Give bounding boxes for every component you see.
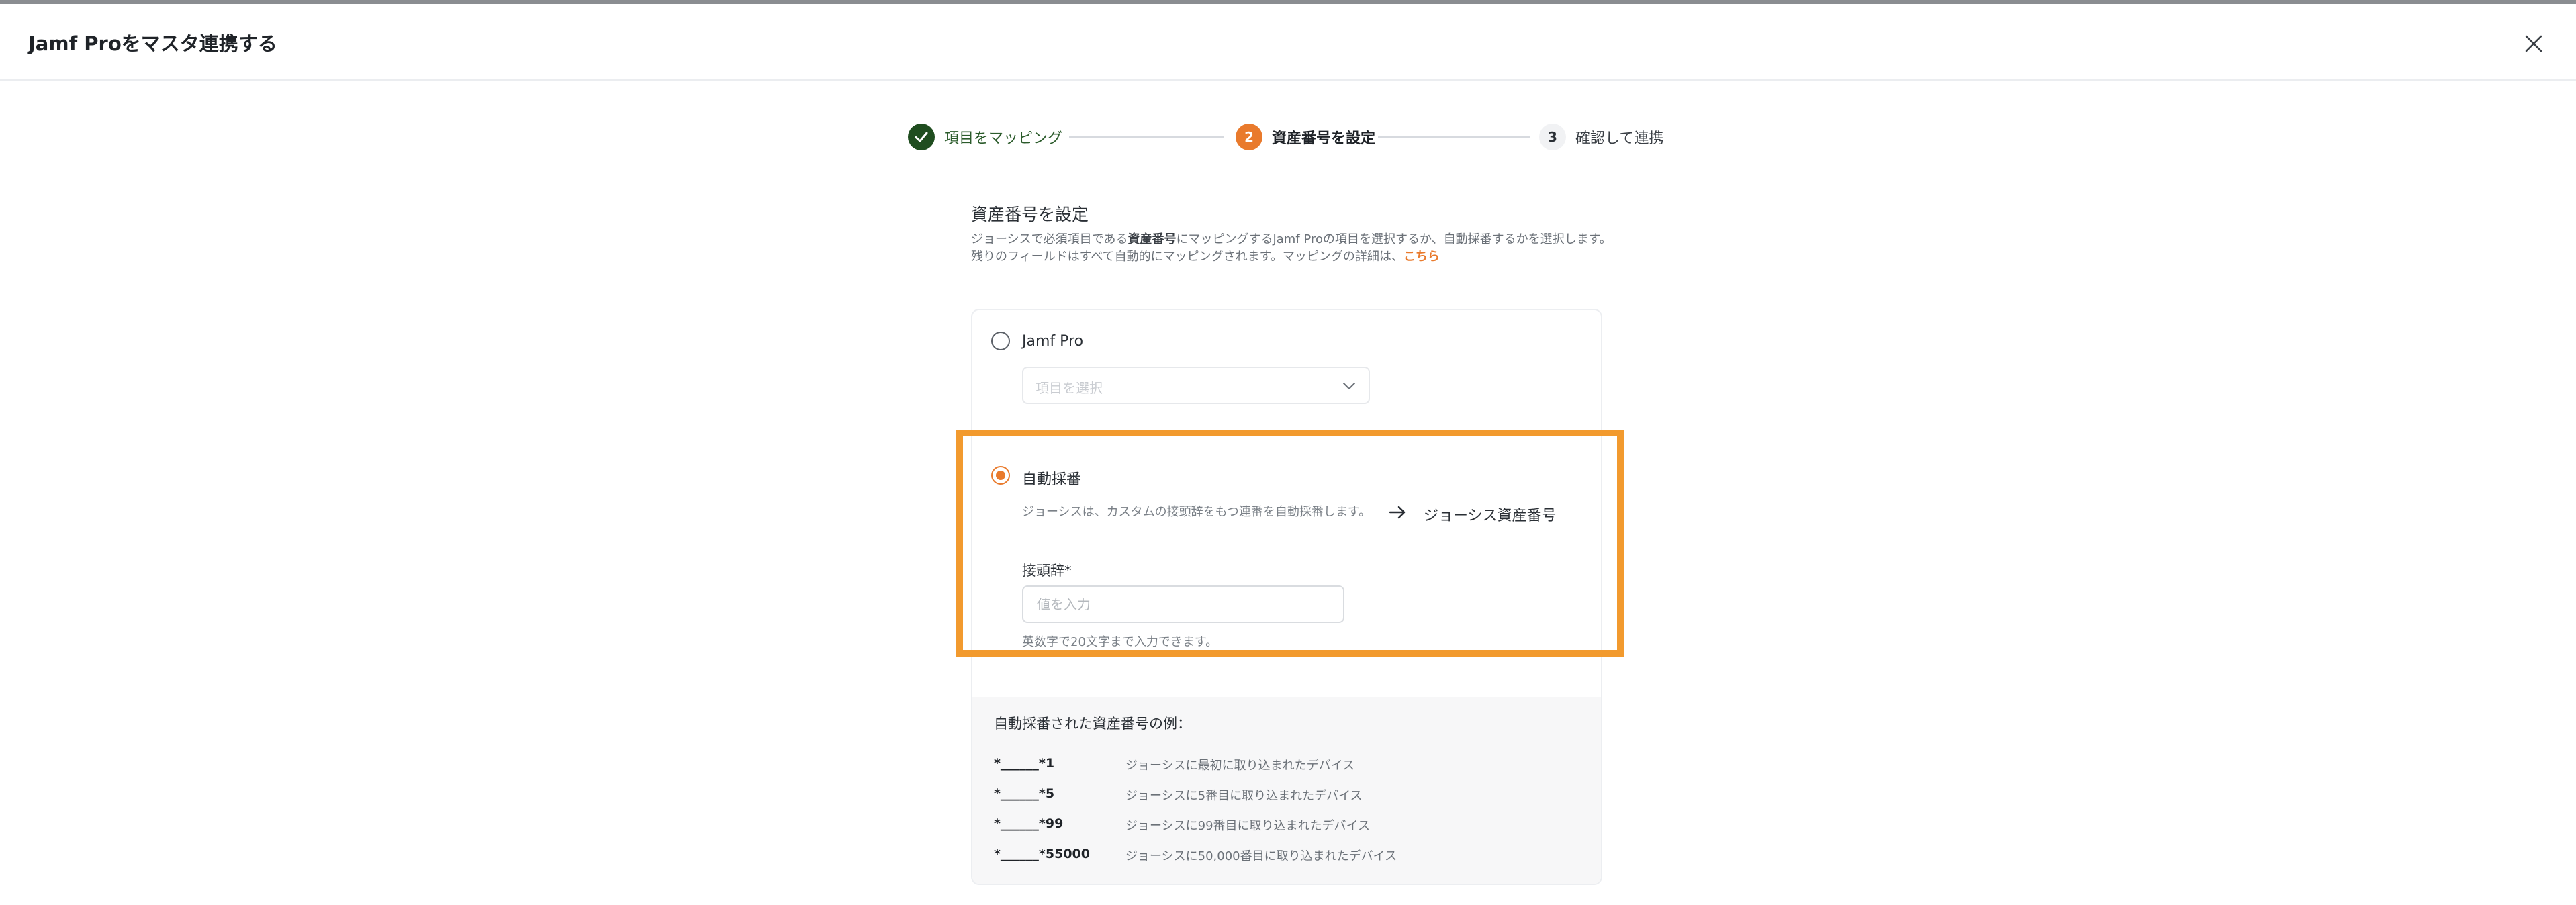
example-description: ジョーシスに最初に取り込まれたデバイス: [1125, 759, 1355, 773]
chevron-down-icon: [1343, 383, 1355, 389]
example-description: ジョーシスに5番目に取り込まれたデバイス: [1125, 789, 1363, 803]
step-asset-number[interactable]: 2 資産番号を設定: [1236, 122, 1375, 152]
auto-number-description: ジョーシスは、カスタムの接頭辞をもつ連番を自動採番します。: [1022, 505, 1371, 519]
modal-header: Jamf Proをマスタ連携する: [0, 4, 2576, 81]
example-code: *______*1: [994, 756, 1055, 771]
desc-text: 残りのフィールドはすべて自動的にマッピングされます。マッピングの詳細は、: [971, 250, 1404, 264]
close-button[interactable]: [2520, 30, 2548, 58]
example-code: *______*99: [994, 816, 1064, 831]
example-description: ジョーシスに50,000番目に取り込まれたデバイス: [1125, 849, 1397, 863]
close-icon: [2525, 35, 2542, 52]
select-placeholder: 項目を選択: [1036, 380, 1103, 396]
step-label: 確認して連携: [1575, 130, 1664, 147]
jamf-pro-label[interactable]: Jamf Pro: [1022, 333, 1083, 350]
field-select[interactable]: 項目を選択: [1022, 367, 1370, 404]
example-code: *______*55000: [994, 847, 1090, 861]
auto-number-label[interactable]: 自動採番: [1022, 467, 1081, 489]
step-label: 項目をマッピング: [944, 130, 1063, 147]
example-row: *______*99 ジョーシスに99番目に取り込まれたデバイス: [994, 816, 1585, 837]
desc-text: ジョーシスで必須項目である: [971, 232, 1128, 246]
desc-bold: 資産番号: [1128, 232, 1177, 246]
prefix-label: 接頭辞*: [1022, 563, 1072, 579]
step-number: 2: [1236, 124, 1262, 150]
auto-number-radio[interactable]: [991, 466, 1010, 485]
examples-panel: 自動採番された資産番号の例： *______*1 ジョーシスに最初に取り込まれた…: [972, 697, 1601, 884]
example-row: *______*5 ジョーシスに5番目に取り込まれたデバイス: [994, 786, 1585, 806]
step-completed-circle: [908, 124, 935, 150]
stepper: 項目をマッピング 2 資産番号を設定 3 確認して連携: [908, 122, 1667, 152]
step-confirm[interactable]: 3 確認して連携: [1539, 122, 1663, 152]
prefix-input[interactable]: [1022, 585, 1344, 623]
details-link[interactable]: こちら: [1404, 250, 1440, 264]
section-description: ジョーシスで必須項目である資産番号にマッピングするJamf Proの項目を選択す…: [971, 231, 1616, 266]
prefix-hint: 英数字で20文字まで入力できます。: [1022, 635, 1218, 649]
arrow-right-icon: [1389, 506, 1406, 519]
example-row: *______*1 ジョーシスに最初に取り込まれたデバイス: [994, 756, 1585, 776]
example-row: *______*55000 ジョーシスに50,000番目に取り込まれたデバイス: [994, 847, 1585, 867]
example-code: *______*5: [994, 786, 1055, 801]
target-field-label: ジョーシス資産番号: [1424, 508, 1557, 524]
example-description: ジョーシスに99番目に取り込まれたデバイス: [1125, 819, 1371, 833]
step-connector: [1069, 136, 1224, 138]
jamf-pro-radio[interactable]: [991, 332, 1010, 350]
check-icon: [915, 132, 928, 142]
examples-title: 自動採番された資産番号の例：: [994, 716, 1191, 732]
step-mapping[interactable]: 項目をマッピング: [908, 122, 1062, 152]
step-connector: [1378, 136, 1530, 138]
step-number: 3: [1539, 124, 1566, 150]
step-label: 資産番号を設定: [1272, 130, 1376, 147]
modal-title: Jamf Proをマスタ連携する: [28, 32, 277, 55]
desc-text: にマッピングするJamf Proの項目を選択するか、自動採番するかを選択します。: [1176, 232, 1612, 246]
section-title: 資産番号を設定: [971, 205, 1089, 224]
